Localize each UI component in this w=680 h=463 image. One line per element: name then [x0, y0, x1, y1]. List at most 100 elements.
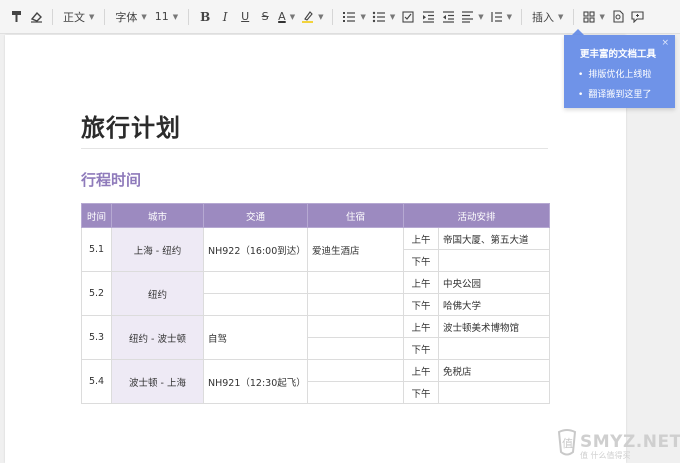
transport-cell[interactable]: NH921（12:30起飞）	[203, 359, 308, 404]
morning-label[interactable]: 上午	[403, 315, 439, 338]
header-cell[interactable]: 城市	[111, 203, 204, 228]
header-cell[interactable]: 活动安排	[402, 203, 551, 228]
city-cell[interactable]: 纽约	[111, 271, 204, 316]
date-cell[interactable]: 5.4	[81, 359, 112, 404]
line-spacing-icon	[491, 11, 502, 22]
toolbar-divider	[332, 8, 334, 25]
checklist-icon[interactable]	[398, 6, 418, 28]
insert-menu[interactable]: 插入 ▼	[528, 6, 567, 28]
section-heading[interactable]: 行程时间	[81, 169, 141, 190]
transport-cell[interactable]: 自驾	[203, 315, 308, 360]
lodging-cell[interactable]	[307, 381, 404, 404]
activity-cell[interactable]	[437, 337, 551, 360]
activity-cell[interactable]: 免税店	[437, 359, 551, 382]
activity-cell[interactable]: 帝国大厦、第五大道	[437, 227, 551, 250]
afternoon-label[interactable]: 下午	[403, 337, 439, 360]
morning-label[interactable]: 上午	[403, 359, 439, 382]
afternoon-label[interactable]: 下午	[403, 293, 439, 316]
city-cell[interactable]: 上海 - 纽约	[111, 227, 204, 272]
afternoon-label[interactable]: 下午	[403, 249, 439, 272]
paragraph-style-select[interactable]: 正文 ▼	[59, 6, 98, 28]
table-row: 5.1 上海 - 纽约 NH922（16:00到达） 爱迪生酒店 上午 帝国大厦…	[81, 227, 551, 272]
popup-item[interactable]: 翻译搬到这里了	[578, 87, 651, 100]
transport-cell[interactable]	[203, 293, 308, 316]
popup-title: 更丰富的文档工具	[580, 49, 657, 60]
transport-cell[interactable]	[203, 271, 308, 294]
lodging-cell[interactable]	[307, 271, 404, 294]
align-icon	[462, 10, 474, 23]
strikethrough-icon[interactable]: S	[255, 6, 275, 28]
lodging-cell[interactable]	[307, 337, 404, 360]
chevron-down-icon: ▼	[318, 12, 324, 21]
afternoon-label[interactable]: 下午	[403, 381, 439, 404]
activity-cell[interactable]: 波士顿美术博物馆	[437, 315, 551, 338]
toolbar-divider	[573, 8, 575, 25]
title-divider	[81, 148, 548, 149]
bold-icon[interactable]: B	[195, 6, 215, 28]
table-header-row: 时间 城市 交通 住宿 活动安排	[81, 203, 551, 228]
chevron-down-icon: ▼	[360, 12, 366, 21]
highlight-button[interactable]: ▼	[298, 6, 326, 28]
font-size-label: 11	[154, 10, 169, 23]
transport-cell[interactable]: NH922（16:00到达）	[203, 227, 308, 272]
header-cell[interactable]: 交通	[203, 203, 308, 228]
numbered-list-button[interactable]: ▼	[339, 6, 368, 28]
indent-decrease-icon[interactable]	[438, 6, 458, 28]
grid-button[interactable]: ▼	[580, 6, 607, 28]
insert-label: 插入	[532, 10, 555, 24]
font-family-label: 字体	[115, 10, 138, 24]
document-page[interactable]: 旅行计划 行程时间 时间 城市 交通 住宿 活动安排 5.1 上海 - 纽约 N…	[5, 35, 626, 463]
clear-format-icon[interactable]	[26, 6, 46, 28]
toolbar-divider	[104, 8, 106, 25]
lodging-cell[interactable]	[307, 293, 404, 316]
paragraph-style-label: 正文	[63, 10, 85, 24]
watermark-logo-icon: 值	[556, 428, 578, 458]
table-row: 5.4 波士顿 - 上海 NH921（12:30起飞） 上午 免税店	[81, 359, 551, 404]
morning-label[interactable]: 上午	[403, 227, 439, 250]
line-spacing-button[interactable]: ▼	[487, 6, 515, 28]
comment-icon[interactable]	[628, 6, 648, 28]
format-painter-icon[interactable]	[6, 6, 26, 28]
activity-cell[interactable]: 哈佛大学	[437, 293, 551, 316]
watermark: 值 SMYZ.NET 值 什么值得买	[556, 428, 680, 462]
city-cell[interactable]: 波士顿 - 上海	[111, 359, 204, 404]
toolbar-divider	[521, 8, 523, 25]
bullet-list-button[interactable]: ▼	[369, 6, 398, 28]
font-family-select[interactable]: 字体 ▼	[111, 6, 150, 28]
date-cell[interactable]: 5.3	[81, 315, 112, 360]
chevron-down-icon: ▼	[89, 12, 95, 21]
italic-icon[interactable]: I	[215, 6, 235, 28]
font-color-button[interactable]: A ▼	[275, 6, 298, 28]
export-icon[interactable]	[608, 6, 628, 28]
date-cell[interactable]: 5.1	[81, 227, 112, 272]
highlight-icon	[302, 11, 314, 23]
align-button[interactable]: ▼	[458, 6, 486, 28]
header-cell[interactable]: 时间	[81, 203, 112, 228]
lodging-cell[interactable]	[307, 315, 404, 338]
underline-icon[interactable]: U	[235, 6, 255, 28]
itinerary-table[interactable]: 时间 城市 交通 住宿 活动安排 5.1 上海 - 纽约 NH922（16:00…	[81, 203, 551, 404]
activity-cell[interactable]	[437, 381, 551, 404]
indent-increase-icon[interactable]	[418, 6, 438, 28]
chevron-down-icon: ▼	[389, 12, 396, 21]
chevron-down-icon: ▼	[506, 12, 513, 21]
popup-item[interactable]: 排版优化上线啦	[578, 67, 651, 80]
document-title[interactable]: 旅行计划	[81, 108, 181, 143]
activity-cell[interactable]	[437, 249, 551, 272]
font-size-select[interactable]: 11 ▼	[151, 6, 182, 28]
svg-text:值: 值	[562, 437, 573, 450]
lodging-cell[interactable]: 爱迪生酒店	[307, 227, 404, 272]
chevron-down-icon: ▼	[478, 12, 484, 21]
chevron-down-icon: ▼	[289, 12, 296, 21]
lodging-cell[interactable]	[307, 359, 404, 382]
date-cell[interactable]: 5.2	[81, 271, 112, 316]
numbered-list-icon	[343, 11, 356, 22]
font-color-icon: A	[278, 10, 286, 23]
close-icon[interactable]: ×	[661, 38, 669, 48]
feature-popup: × 更丰富的文档工具 排版优化上线啦 翻译搬到这里了	[564, 35, 675, 108]
bullet-list-icon	[372, 11, 385, 22]
city-cell[interactable]: 纽约 - 波士顿	[111, 315, 204, 360]
header-cell[interactable]: 住宿	[307, 203, 404, 228]
morning-label[interactable]: 上午	[403, 271, 439, 294]
activity-cell[interactable]: 中央公园	[437, 271, 551, 294]
